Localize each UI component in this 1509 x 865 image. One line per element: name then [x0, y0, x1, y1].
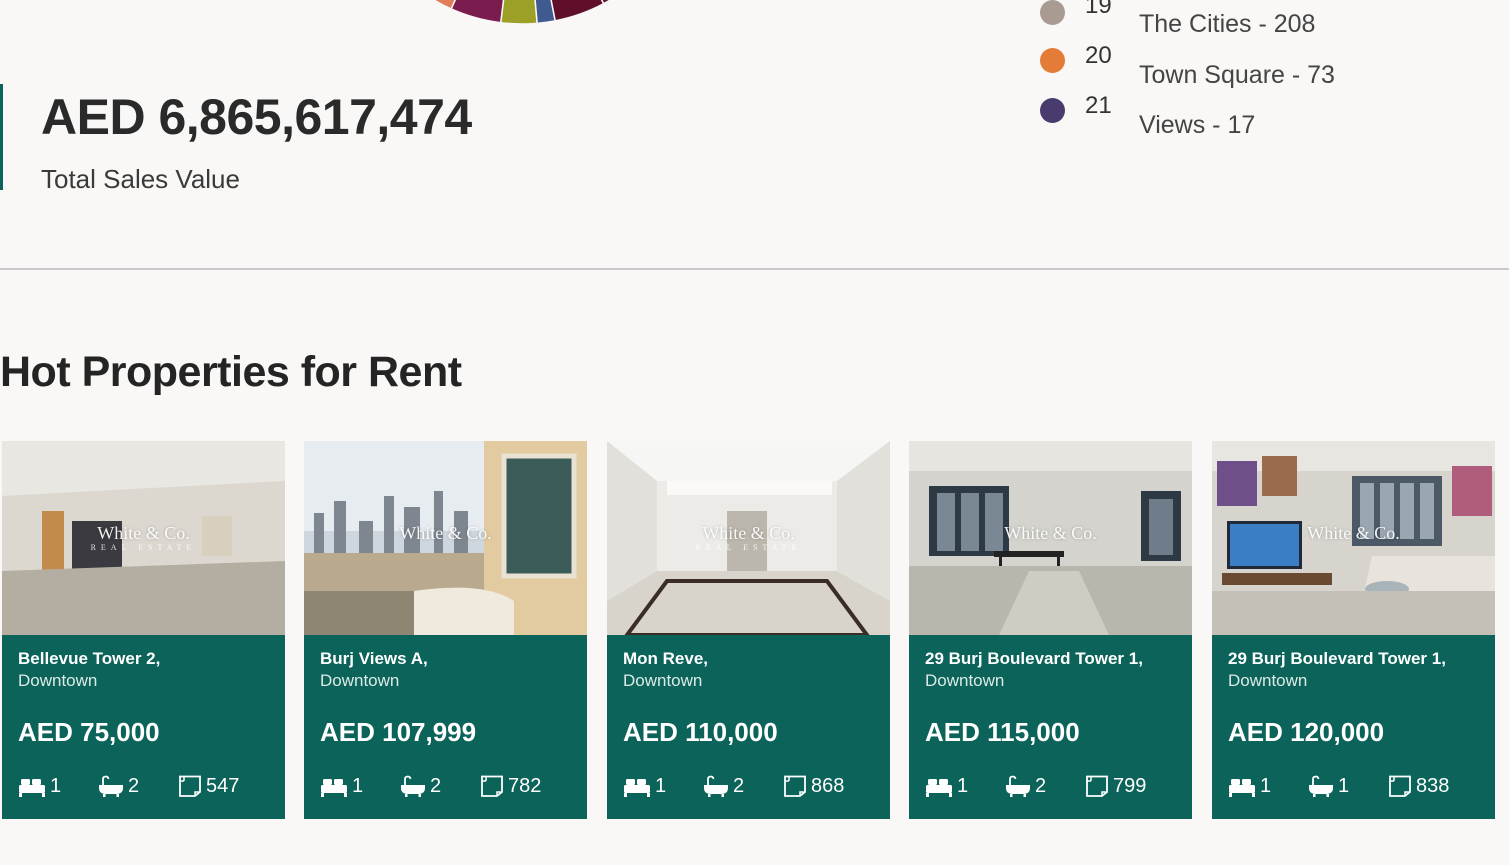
bath-icon: [1309, 775, 1333, 797]
size-sqft: 799: [1113, 775, 1147, 797]
property-price: AED 115,000: [925, 717, 1080, 747]
baths-count: 2: [1035, 775, 1047, 797]
property-specs: 1 1 838: [1228, 773, 1485, 799]
beds-count: 1: [655, 775, 667, 797]
property-info: Mon Reve, Downtown AED 110,000: [623, 647, 878, 747]
bath-icon: [1006, 775, 1030, 797]
baths-count: 1: [1338, 775, 1350, 797]
watermark-logo: White & Co.: [399, 523, 492, 543]
bed-icon: [624, 779, 650, 797]
property-area: Downtown: [18, 671, 98, 690]
property-photo[interactable]: White & Co.: [909, 441, 1192, 635]
watermark-logo: White & Co.: [1004, 523, 1097, 543]
legend-index: 21: [1085, 92, 1112, 119]
bed-icon: [19, 779, 45, 797]
legend-dot: [1040, 0, 1065, 25]
total-sales-value: AED 6,865,617,474: [41, 89, 472, 145]
property-card[interactable]: White & Co. REAL ESTATE Mon Reve, Downto…: [607, 441, 890, 819]
property-area: Downtown: [623, 671, 703, 690]
legend-label: The Cities - 208: [1139, 10, 1316, 38]
bed-icon: [926, 779, 952, 797]
section-title: Hot Properties for Rent: [0, 348, 462, 396]
property-area: Downtown: [1228, 671, 1308, 690]
property-specs: 1 2 547: [18, 773, 275, 799]
bath-icon: [99, 775, 123, 797]
property-name[interactable]: Mon Reve,: [623, 647, 878, 671]
section-divider: [0, 268, 1509, 270]
property-photo[interactable]: White & Co. REAL ESTATE: [2, 441, 285, 635]
area-icon: [784, 775, 806, 797]
sales-stats-section: AED 6,865,617,474 Total Sales Value 19 T…: [0, 0, 1509, 270]
beds-count: 1: [957, 775, 969, 797]
property-price: AED 110,000: [623, 717, 778, 747]
bed-icon: [321, 779, 347, 797]
baths-count: 2: [733, 775, 745, 797]
property-price: AED 75,000: [18, 717, 160, 747]
bath-icon: [401, 775, 425, 797]
property-photo[interactable]: White & Co. REAL ESTATE: [607, 441, 890, 635]
property-price: AED 120,000: [1228, 717, 1385, 747]
watermark-logo: White & Co.: [97, 523, 190, 543]
legend-index: 19: [1085, 0, 1112, 19]
property-area: Downtown: [320, 671, 400, 690]
property-card[interactable]: White & Co. Burj Views A, Downtown AED 1…: [304, 441, 587, 819]
legend-item: 19 The Cities - 208: [1040, 0, 1500, 38]
legend-dot: [1040, 48, 1065, 73]
area-icon: [1389, 775, 1411, 797]
size-sqft: 868: [811, 775, 845, 797]
baths-count: 2: [128, 775, 140, 797]
property-cards: White & Co. REAL ESTATE Bellevue Tower 2…: [2, 441, 1502, 821]
total-sales-block: AED 6,865,617,474 Total Sales Value: [0, 84, 700, 194]
size-sqft: 838: [1416, 775, 1450, 797]
watermark-sub: REAL ESTATE: [90, 543, 197, 552]
property-name[interactable]: 29 Burj Boulevard Tower 1,: [1228, 647, 1483, 671]
legend-label: Town Square - 73: [1139, 61, 1335, 89]
property-name[interactable]: 29 Burj Boulevard Tower 1,: [925, 647, 1180, 671]
baths-count: 2: [430, 775, 442, 797]
watermark-logo: White & Co.: [1307, 523, 1400, 543]
area-icon: [481, 775, 503, 797]
size-sqft: 547: [206, 775, 240, 797]
property-info: 29 Burj Boulevard Tower 1, Downtown AED …: [925, 647, 1180, 747]
donut-chart-svg: [432, 0, 612, 25]
property-price: AED 107,999: [320, 717, 477, 747]
property-name[interactable]: Burj Views A,: [320, 647, 575, 671]
legend-label: Views - 17: [1139, 111, 1256, 139]
area-icon: [179, 775, 201, 797]
property-photo[interactable]: White & Co.: [1212, 441, 1495, 635]
legend-item: 21 Views - 17: [1040, 92, 1500, 139]
watermark-sub: REAL ESTATE: [695, 543, 802, 552]
property-info: Bellevue Tower 2, Downtown AED 75,000: [18, 647, 273, 747]
property-card[interactable]: White & Co. 29 Burj Boulevard Tower 1, D…: [1212, 441, 1495, 819]
beds-count: 1: [50, 775, 62, 797]
area-icon: [1086, 775, 1108, 797]
property-name[interactable]: Bellevue Tower 2,: [18, 647, 273, 671]
bed-icon: [1229, 779, 1255, 797]
legend-dot: [1040, 98, 1065, 123]
property-specs: 1 2 868: [623, 773, 880, 799]
donut-slice[interactable]: [499, 0, 538, 25]
watermark-logo: White & Co.: [702, 523, 795, 543]
property-info: 29 Burj Boulevard Tower 1, Downtown AED …: [1228, 647, 1483, 747]
bath-icon: [704, 775, 728, 797]
legend-index: 20: [1085, 42, 1112, 69]
property-card[interactable]: White & Co. 29 Burj Boulevard Tower 1, D…: [909, 441, 1192, 819]
property-specs: 1 2 782: [320, 773, 577, 799]
beds-count: 1: [352, 775, 364, 797]
property-card[interactable]: White & Co. REAL ESTATE Bellevue Tower 2…: [2, 441, 285, 819]
legend-item: 20 Town Square - 73: [1040, 42, 1500, 89]
property-area: Downtown: [925, 671, 1005, 690]
total-sales-label: Total Sales Value: [41, 164, 240, 194]
property-specs: 1 2 799: [925, 773, 1182, 799]
chart-legend: 19 The Cities - 208 20 Town Square - 73 …: [1040, 0, 1500, 150]
sales-donut-chart: [0, 0, 1040, 40]
property-photo[interactable]: White & Co.: [304, 441, 587, 635]
property-info: Burj Views A, Downtown AED 107,999: [320, 647, 575, 747]
beds-count: 1: [1260, 775, 1272, 797]
size-sqft: 782: [508, 775, 542, 797]
